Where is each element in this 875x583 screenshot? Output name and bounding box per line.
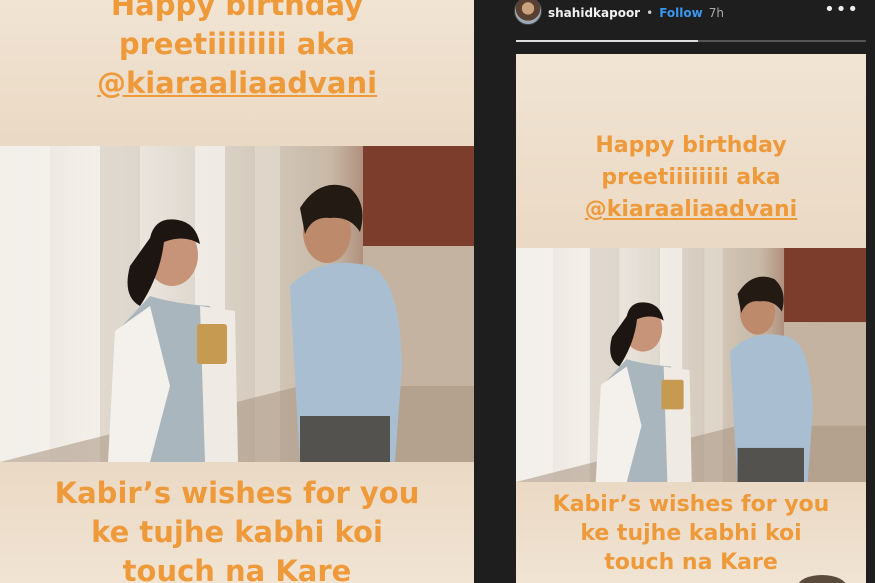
story-frame-photo: [516, 248, 866, 482]
wishes-line-3: touch na Kare: [122, 554, 352, 583]
story-birthday-caption: Happy birthday preetiiiiiiii aka @kiaraa…: [516, 130, 866, 226]
story-wishes-line-1: Kabir’s wishes for you: [552, 492, 830, 517]
wishes-line-1: Kabir’s wishes for you: [54, 476, 420, 510]
birthday-caption: Happy birthday preetiiiiiiii aka @kiaraa…: [0, 0, 474, 103]
story-bottom-caption-area: Kabir’s wishes for you ke tujhe kabhi ko…: [516, 482, 866, 583]
photo-illustration: [0, 146, 474, 462]
story-viewer: shahidkapoor • Follow 7h ••• Happy birth…: [474, 0, 875, 583]
caption-line-1: Happy birthday: [110, 0, 364, 22]
story-top-caption-area: Happy birthday preetiiiiiiii aka @kiaraa…: [516, 54, 866, 248]
story-enlarged: Happy birthday preetiiiiiiii aka @kiaraa…: [0, 0, 474, 583]
username[interactable]: shahidkapoor: [548, 6, 640, 20]
caption-line-2: preetiiiiiiii aka: [118, 27, 356, 61]
story-header: shahidkapoor • Follow 7h: [514, 0, 869, 26]
story-frame[interactable]: Happy birthday preetiiiiiiii aka @kiaraa…: [516, 54, 866, 583]
post-time: 7h: [708, 6, 724, 20]
top-caption-area: Happy birthday preetiiiiiiii aka @kiaraa…: [0, 0, 474, 146]
frame-photo-illustration: [516, 248, 866, 482]
story-progress-bar: [516, 40, 866, 42]
story-wishes-line-2: ke tujhe kabhi koi: [580, 521, 802, 546]
bottom-caption-area: Kabir’s wishes for you ke tujhe kabhi ko…: [0, 462, 474, 583]
separator-dot: •: [646, 6, 654, 20]
follow-button[interactable]: Follow: [659, 6, 703, 20]
story-photo: [0, 146, 474, 462]
wishes-line-2: ke tujhe kabhi koi: [91, 515, 383, 549]
story-progress-fill: [516, 40, 698, 42]
story-mention-link[interactable]: @kiaraaliaadvani: [585, 197, 797, 222]
mention-link[interactable]: @kiaraaliaadvani: [97, 66, 377, 100]
story-caption-line-2: preetiiiiiiii aka: [601, 165, 781, 190]
profile-avatar[interactable]: [514, 0, 542, 25]
more-options-icon[interactable]: •••: [824, 0, 859, 20]
story-wishes-line-3: touch na Kare: [604, 550, 778, 575]
wishes-caption: Kabir’s wishes for you ke tujhe kabhi ko…: [0, 474, 474, 583]
story-caption-line-1: Happy birthday: [595, 133, 787, 158]
story-wishes-caption: Kabir’s wishes for you ke tujhe kabhi ko…: [516, 490, 866, 577]
